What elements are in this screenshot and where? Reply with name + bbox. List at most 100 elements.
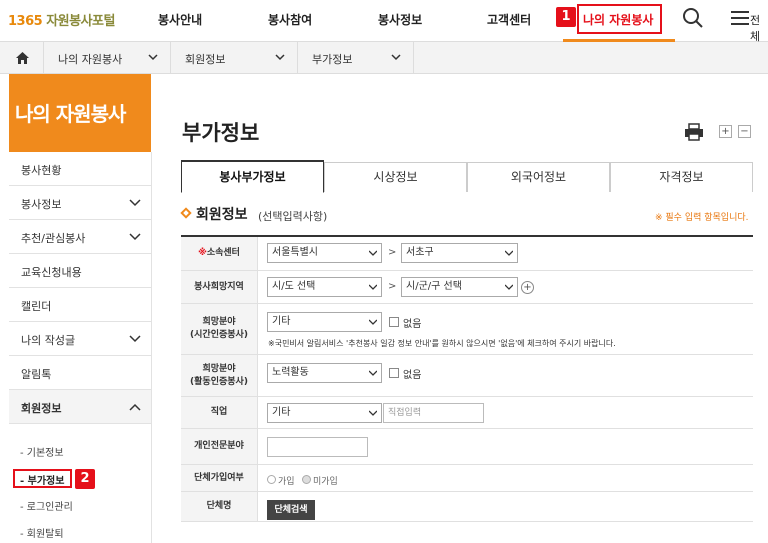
home-icon [16, 52, 29, 64]
expert-input[interactable] [267, 437, 368, 457]
chevron-down-icon [369, 319, 377, 325]
label-text: (시간인증봉사) [190, 330, 248, 340]
breadcrumb-label: 부가정보 [312, 53, 353, 66]
label-text: 개인전문분야 [194, 441, 244, 451]
label-text: 직업 [210, 407, 228, 417]
label-job: 직업 [181, 397, 258, 429]
sidebar-item-my-posts[interactable]: 나의 작성글 [9, 322, 151, 356]
breadcrumb-my-volunteer[interactable]: 나의 자원봉사 [44, 42, 171, 74]
center-gu-select[interactable]: 서초구 [401, 243, 518, 263]
none-checkbox-2[interactable] [389, 368, 399, 378]
select-value: 시/도 선택 [272, 281, 316, 292]
chevron-down-icon [369, 410, 377, 416]
row-divider [258, 521, 753, 522]
row-divider [258, 464, 753, 465]
sidebar-item-label: 나의 작성글 [21, 334, 76, 347]
sidebar-item-label: 교육신청내용 [21, 266, 82, 279]
tab-language[interactable]: 외국어정보 [467, 162, 610, 192]
site-logo[interactable]: 1365 자원봉사포털 [8, 10, 115, 29]
chevron-down-icon [391, 54, 401, 61]
group-search-button[interactable]: 단체검색 [267, 500, 315, 520]
breadcrumb-member-info[interactable]: 회원정보 [171, 42, 298, 74]
nav-info[interactable]: 봉사정보 [378, 11, 422, 28]
sidebar-item-recommend[interactable]: 추천/관심봉사 [9, 220, 151, 254]
label-text: 단체명 [206, 501, 232, 511]
job-direct-input[interactable]: 직접입력 [383, 403, 484, 423]
field-time-select[interactable]: 기타 [267, 312, 382, 332]
center-sido-select[interactable]: 서울특별시 [267, 243, 382, 263]
row-divider [258, 270, 753, 271]
page-title: 부가정보 [182, 121, 260, 145]
sidebar-item-member-info[interactable]: 회원정보 [9, 390, 151, 424]
row-divider [258, 396, 753, 397]
add-region-button[interactable]: + [521, 281, 534, 294]
sidebar-item-alimtalk[interactable]: 알림톡 [9, 356, 151, 390]
radio-label: 가입 [278, 477, 295, 487]
sidebar-item-label: 캘린더 [21, 300, 52, 313]
chevron-down-icon [369, 250, 377, 256]
breadcrumb-label: 회원정보 [185, 53, 226, 66]
chevron-up-icon [129, 403, 141, 411]
tab-volunteer-additional[interactable]: 봉사부가정보 [181, 160, 324, 193]
sidebar-item-education[interactable]: 교육신청내용 [9, 254, 151, 288]
radio-not-join[interactable] [302, 475, 311, 484]
sidebar-item-calendar[interactable]: 캘린더 [9, 288, 151, 322]
sidebar-item-info[interactable]: 봉사정보 [9, 186, 151, 220]
all-menu-label[interactable]: 전체 [750, 12, 768, 44]
label-text: (활동인증봉사) [190, 376, 248, 387]
menu-icon[interactable] [730, 8, 750, 28]
sidebar-item-label: 봉사현황 [21, 164, 62, 177]
checkbox-label: 없음 [403, 370, 422, 381]
select-value: 서울특별시 [272, 247, 318, 258]
home-button[interactable] [0, 42, 44, 74]
sidebar-item-label: 추천/관심봉사 [21, 232, 86, 245]
nav-support[interactable]: 고객센터 [487, 11, 531, 28]
highlight-box-2 [13, 469, 72, 488]
nav-participate[interactable]: 봉사참여 [268, 11, 312, 28]
sidebar-item-label: 회원정보 [21, 402, 62, 415]
diamond-icon [180, 207, 192, 219]
separator: > [388, 247, 397, 258]
job-select[interactable]: 기타 [267, 403, 382, 423]
tab-certificates[interactable]: 자격정보 [610, 162, 753, 192]
sidebar-item-label: 알림톡 [21, 368, 52, 381]
label-text: 희망분야 [202, 317, 236, 327]
label-expert: 개인전문분야 [181, 429, 258, 465]
zoom-out-button[interactable]: − [738, 125, 751, 138]
breadcrumb-additional-info[interactable]: 부가정보 [298, 42, 414, 74]
search-icon[interactable] [682, 7, 704, 29]
select-value: 서초구 [406, 247, 434, 258]
sidebar-item-status[interactable]: 봉사현황 [9, 152, 151, 186]
radio-join[interactable] [267, 475, 276, 484]
region-sido-select[interactable]: 시/도 선택 [267, 277, 382, 297]
label-region: 봉사희망지역 [181, 271, 258, 304]
label-text: 소속센터 [206, 248, 240, 258]
none-checkbox-1[interactable] [389, 317, 399, 327]
print-icon[interactable] [684, 123, 704, 141]
label-group-name: 단체명 [181, 492, 258, 522]
row-divider [258, 428, 753, 429]
zoom-in-button[interactable]: + [719, 125, 732, 138]
field-activity-select[interactable]: 노력활동 [267, 363, 382, 383]
select-value: 기타 [272, 316, 291, 327]
field-note: ※국민비서 알림서비스 '추천봉사 일감 정보 안내'를 원하시 않으시면 '없… [268, 339, 616, 348]
sidebar-border [151, 152, 152, 543]
badge-1: 1 [556, 7, 576, 27]
label-text: 단체가입여부 [194, 472, 244, 483]
breadcrumb-label: 나의 자원봉사 [58, 53, 123, 66]
sidebar-sub-login-management[interactable]: - 로그인관리 [20, 498, 73, 513]
section-subtitle: (선택입력사항) [258, 210, 328, 223]
badge-2: 2 [75, 469, 95, 489]
sidebar-sub-withdraw[interactable]: - 회원탈퇴 [20, 525, 64, 540]
select-value: 기타 [272, 407, 291, 418]
tab-awards[interactable]: 시상정보 [324, 162, 467, 192]
label-text: 봉사희망지역 [194, 281, 244, 292]
sidebar-sub-basic-info[interactable]: - 기본정보 [20, 444, 64, 459]
region-gu-select[interactable]: 시/군/구 선택 [401, 277, 518, 297]
chevron-down-icon [369, 284, 377, 290]
chevron-down-icon [505, 284, 513, 290]
chevron-down-icon [129, 335, 141, 343]
row-divider [258, 491, 753, 492]
nav-guide[interactable]: 봉사안내 [158, 11, 202, 28]
label-group-join: 단체가입여부 [181, 465, 258, 492]
